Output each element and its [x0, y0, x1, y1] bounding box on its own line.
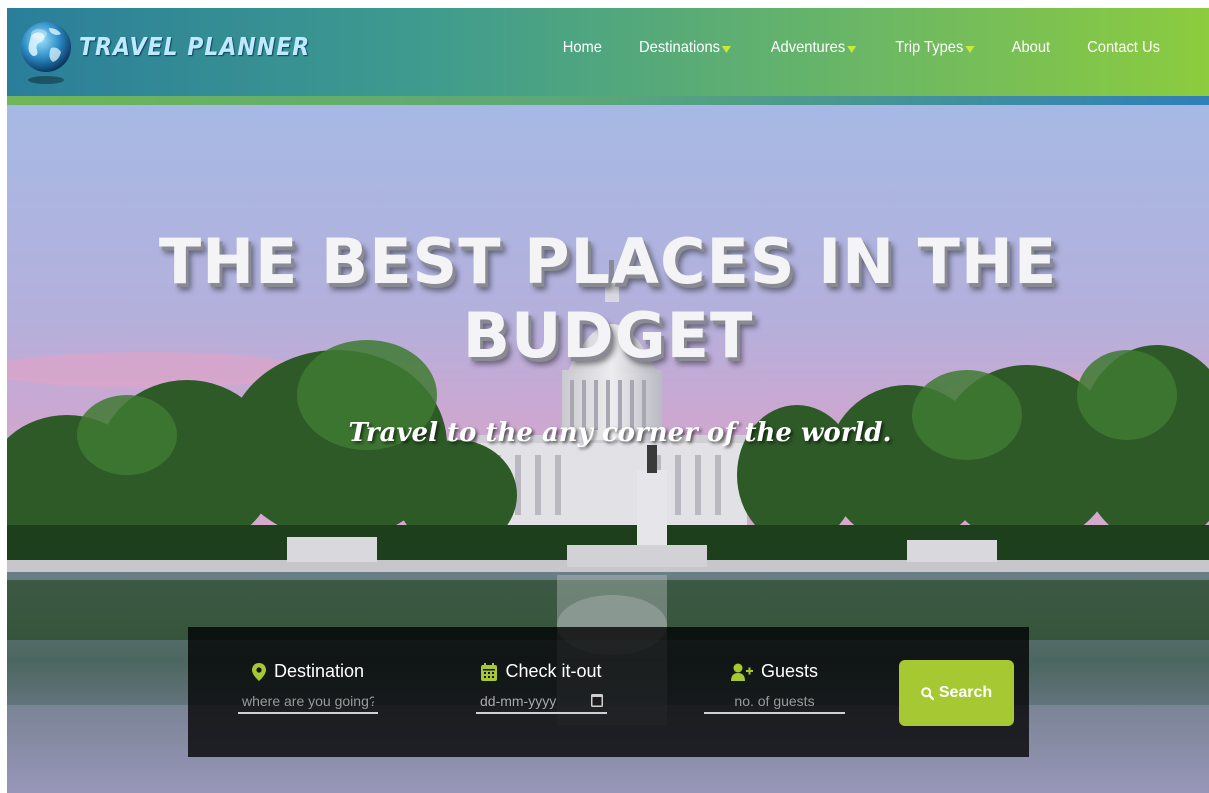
- guests-input[interactable]: [704, 690, 845, 714]
- checkout-date-placeholder: dd-mm-yyyy: [480, 693, 557, 709]
- guests-field: Guests: [704, 661, 845, 714]
- nav-item-destinations[interactable]: Destinations: [639, 39, 732, 57]
- nav-item-contact-us[interactable]: Contact Us: [1087, 39, 1160, 57]
- caret-down-icon: [847, 45, 857, 53]
- checkout-field: Check it-out dd-mm-yyyy: [476, 661, 607, 714]
- hero-headline: THE BEST PLACES IN THE BUDGET: [7, 225, 1209, 373]
- checkout-label-text: Check it-out: [505, 661, 602, 681]
- brand-name: TRAVEL PLANNER: [79, 32, 311, 62]
- nav-item-label: Contact Us: [1087, 39, 1160, 56]
- search-icon: [921, 686, 934, 700]
- nav-item-trip-types[interactable]: Trip Types: [896, 39, 975, 57]
- caret-down-icon: [722, 45, 732, 53]
- destination-label-text: Destination: [273, 661, 365, 681]
- nav-item-label: About: [1011, 39, 1051, 56]
- calendar-icon: [481, 662, 498, 681]
- guests-label-text: Guests: [760, 661, 819, 681]
- search-button[interactable]: Search: [899, 660, 1014, 726]
- nav-item-label: Adventures: [771, 39, 846, 56]
- calendar-picker-icon[interactable]: [591, 693, 603, 710]
- checkout-date-input[interactable]: dd-mm-yyyy: [476, 690, 607, 714]
- nav-item-about[interactable]: About: [1012, 39, 1050, 57]
- nav-item-label: Home: [562, 39, 602, 56]
- nav-item-label: Destinations: [639, 39, 721, 56]
- caret-down-icon: [965, 45, 975, 53]
- page-frame: TRAVEL PLANNER Home Destinations Adventu…: [7, 8, 1209, 793]
- logo[interactable]: TRAVEL PLANNER: [19, 12, 311, 84]
- map-pin-icon: [251, 662, 266, 681]
- destination-field: Destination: [238, 661, 378, 714]
- globe-icon: [19, 12, 73, 84]
- navbar-stripe: [7, 96, 1209, 105]
- nav-menu: Home Destinations Adventures Trip Types …: [529, 8, 1163, 88]
- nav-item-label: Trip Types: [895, 39, 964, 56]
- guests-label: Guests: [704, 661, 845, 682]
- user-plus-icon: [730, 663, 753, 681]
- navbar: TRAVEL PLANNER Home Destinations Adventu…: [7, 8, 1209, 96]
- hero-headline-line1: THE BEST PLACES IN THE: [158, 225, 1058, 298]
- nav-item-home[interactable]: Home: [562, 39, 601, 57]
- nav-item-adventures[interactable]: Adventures: [771, 39, 857, 57]
- hero-section: THE BEST PLACES IN THE BUDGET Travel to …: [7, 105, 1209, 793]
- destination-label: Destination: [238, 661, 378, 682]
- destination-input[interactable]: [238, 690, 378, 714]
- search-button-label: Search: [938, 684, 993, 701]
- search-panel: Destination where are you going? Check i…: [188, 627, 1029, 757]
- hero-subheadline: Travel to the any corner of the world.: [348, 418, 892, 448]
- checkout-label: Check it-out: [476, 661, 607, 682]
- hero-headline-line2: BUDGET: [462, 299, 754, 372]
